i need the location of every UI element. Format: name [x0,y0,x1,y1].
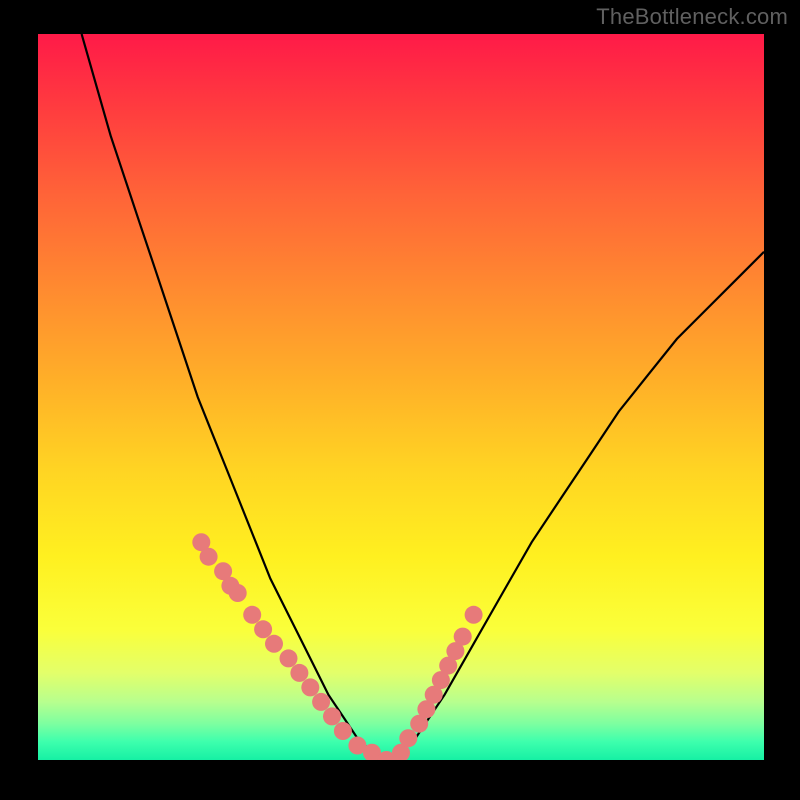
marker-dot [200,548,218,566]
marker-group [192,533,482,760]
chart-frame: TheBottleneck.com [0,0,800,800]
marker-dot [399,729,417,747]
watermark-text: TheBottleneck.com [596,4,788,30]
marker-dot [254,620,272,638]
plot-area [38,34,764,760]
marker-dot [334,722,352,740]
marker-dot [312,693,330,711]
marker-dot [301,678,319,696]
marker-layer [38,34,764,760]
marker-dot [323,707,341,725]
marker-dot [290,664,308,682]
marker-dot [454,628,472,646]
marker-dot [243,606,261,624]
marker-dot [465,606,483,624]
marker-dot [280,649,298,667]
marker-dot [265,635,283,653]
marker-dot [229,584,247,602]
